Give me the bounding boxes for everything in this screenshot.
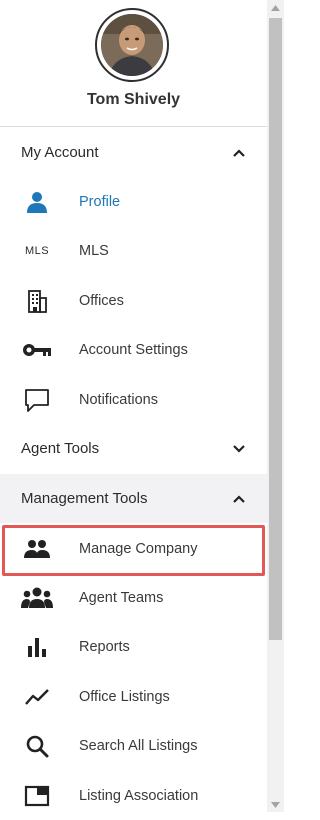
scroll-up-arrow-icon[interactable] <box>271 4 280 12</box>
menu-item-label: Listing Association <box>79 787 199 804</box>
menu-item-label: Profile <box>79 193 121 210</box>
menu-item-search-all-listings[interactable]: Search All Listings <box>0 721 267 770</box>
avatar-photo <box>101 14 163 76</box>
menu-item-label: Account Settings <box>79 341 188 358</box>
window-icon <box>21 781 53 811</box>
menu-item-listing-association[interactable]: Listing Association <box>0 771 267 820</box>
menu-item-label: Notifications <box>79 391 158 408</box>
menu-item-notifications[interactable]: Notifications <box>0 375 267 424</box>
menu-item-label: Office Listings <box>79 688 170 705</box>
chevron-up-icon <box>233 494 245 503</box>
chevron-down-icon <box>233 444 245 453</box>
menu-item-profile[interactable]: Profile <box>0 177 267 226</box>
highlight-box <box>2 525 265 576</box>
menu-item-reports[interactable]: Reports <box>0 622 267 671</box>
user-profile-header: Tom Shively <box>0 0 267 127</box>
menu-item-label: Reports <box>79 638 130 655</box>
building-icon <box>21 286 53 316</box>
user-name: Tom Shively <box>86 91 181 108</box>
team-icon <box>21 583 53 613</box>
bar-chart-icon <box>21 632 53 662</box>
sidebar-panel: Tom Shively My Account Profile MLS MLS O… <box>0 0 267 812</box>
mls-text-icon: MLS <box>24 244 50 257</box>
menu-item-label: Offices <box>79 292 124 309</box>
section-label: Agent Tools <box>21 440 100 457</box>
speech-bubble-icon <box>21 385 53 415</box>
menu-item-offices[interactable]: Offices <box>0 276 267 325</box>
menu-item-label: Search All Listings <box>79 737 198 754</box>
menu-item-label: Agent Teams <box>79 589 164 606</box>
chevron-up-icon <box>233 148 245 157</box>
scroll-down-arrow-icon[interactable] <box>271 801 280 809</box>
menu-item-agent-teams[interactable]: Agent Teams <box>0 573 267 622</box>
scrollbar[interactable] <box>267 0 284 812</box>
section-label: Management Tools <box>21 490 148 507</box>
menu-item-account-settings[interactable]: Account Settings <box>0 325 267 374</box>
section-management-tools[interactable]: Management Tools <box>0 474 267 523</box>
menu-item-mls[interactable]: MLS MLS <box>0 226 267 275</box>
key-icon <box>21 335 53 365</box>
person-icon <box>21 187 53 217</box>
menu-item-label: MLS <box>79 242 109 259</box>
section-agent-tools[interactable]: Agent Tools <box>0 424 267 473</box>
section-my-account[interactable]: My Account <box>0 128 267 177</box>
avatar[interactable] <box>95 8 169 82</box>
scroll-thumb[interactable] <box>269 18 282 640</box>
magnifier-icon <box>21 731 53 761</box>
trend-line-icon <box>21 682 53 712</box>
menu-item-office-listings[interactable]: Office Listings <box>0 672 267 721</box>
section-label: My Account <box>21 144 99 161</box>
